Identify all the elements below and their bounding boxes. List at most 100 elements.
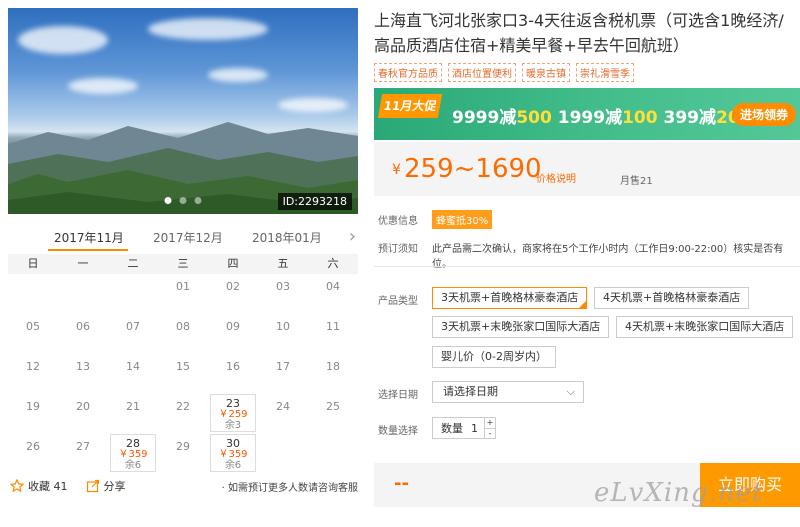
calendar-day-number: 03 xyxy=(276,280,290,293)
quantity-label: 数量选择 xyxy=(378,426,418,437)
calendar-day-number: 28 xyxy=(126,437,140,450)
calendar-day-available[interactable]: 23 ￥259 余3 xyxy=(210,394,256,432)
calendar-day: 17 xyxy=(258,354,308,394)
month-tab-nov[interactable]: 2017年11月 xyxy=(54,229,124,246)
coupon-badge[interactable]: 蜂蜜抵30% xyxy=(432,210,493,229)
calendar-empty-cell xyxy=(58,274,108,314)
calendar-day-number: 10 xyxy=(276,320,290,333)
calendar-day: 21 xyxy=(108,394,158,434)
product-tag[interactable]: 暖泉古镇 xyxy=(522,63,570,82)
total-price: -- xyxy=(394,473,409,494)
product-type-option[interactable]: 4天机票+末晚张家口国际大酒店 xyxy=(616,316,794,338)
photo-id-badge: ID:2293218 xyxy=(277,193,352,210)
calendar-day-number: 12 xyxy=(26,360,40,373)
calendar-day: 16 xyxy=(208,354,258,394)
calendar-day-number: 18 xyxy=(326,360,340,373)
calendar-day: 22 xyxy=(158,394,208,434)
product-tag[interactable]: 春秋官方品质 xyxy=(374,63,442,82)
share-button[interactable]: 分享 xyxy=(86,478,126,494)
star-icon xyxy=(10,479,24,493)
quantity-inner-label: 数量 xyxy=(441,422,463,435)
product-type-label: 产品类型 xyxy=(378,296,418,307)
share-label: 分享 xyxy=(103,480,126,493)
calendar-day-available[interactable]: 30 ￥359 余6 xyxy=(210,434,256,472)
product-tag[interactable]: 崇礼滑雪季 xyxy=(576,63,634,82)
calendar-empty-cell xyxy=(8,274,58,314)
calendar-day-number: 27 xyxy=(76,440,90,453)
product-photo[interactable]: ID:2293218 xyxy=(8,8,358,214)
calendar-day: 06 xyxy=(58,314,108,354)
weekday-label: 日 xyxy=(27,257,39,270)
calendar-day-price: ￥359 xyxy=(218,449,248,460)
calendar-day: 08 xyxy=(158,314,208,354)
product-type-option[interactable]: 3天机票+末晚张家口国际大酒店 xyxy=(432,316,610,338)
quantity-stepper[interactable]: 数量 1 + - xyxy=(432,417,496,439)
month-tabs: 2017年11月 2017年12月 2018年01月 › xyxy=(8,222,358,252)
month-tab-jan[interactable]: 2018年01月 xyxy=(252,229,322,246)
product-title: 上海直飞河北张家口3-4天往返含税机票（可选含1晚经济/高品质酒店住宿+精美早餐… xyxy=(374,11,784,55)
calendar-day: 18 xyxy=(308,354,358,394)
price-explain-link[interactable]: 价格说明 xyxy=(536,170,576,185)
carousel-dot[interactable] xyxy=(179,197,187,204)
calendar-day-stock: 余6 xyxy=(124,460,142,471)
share-icon xyxy=(86,479,99,493)
product-type-option[interactable]: 婴儿价（0-2周岁内） xyxy=(432,346,556,368)
calendar-day: 24 xyxy=(258,394,308,434)
deal-base: 9999减 xyxy=(452,108,517,128)
calendar-day-number: 07 xyxy=(126,320,140,333)
carousel-dots xyxy=(164,197,202,204)
calendar-day: 29 xyxy=(158,434,208,474)
quantity-minus-button[interactable]: - xyxy=(485,429,495,439)
product-tag[interactable]: 酒店位置便利 xyxy=(448,63,516,82)
calendar-day: 19 xyxy=(8,394,58,434)
product-type-option[interactable]: 4天机票+首晚格林豪泰酒店 xyxy=(594,287,750,309)
calendar-day-stock: 余3 xyxy=(224,420,242,431)
deal-off: 500 xyxy=(516,108,552,128)
deal-off: 100 xyxy=(622,108,658,128)
promo-deals: 9999减500 1999减100 399减20 xyxy=(452,103,740,128)
calendar-day: 03 xyxy=(258,274,308,314)
quantity-plus-button[interactable]: + xyxy=(485,418,495,429)
get-coupon-button[interactable]: 进场领券 xyxy=(731,103,796,126)
calendar-day: 02 xyxy=(208,274,258,314)
cloud-shape xyxy=(18,26,108,54)
offers-label: 优惠信息 xyxy=(378,216,418,227)
cloud-shape xyxy=(68,78,138,94)
calendar-day-available[interactable]: 28 ￥359 余6 xyxy=(110,434,156,472)
calendar-day: 26 xyxy=(8,434,58,474)
active-month-underline xyxy=(48,249,128,251)
date-select[interactable]: 请选择日期 ⌵ xyxy=(432,381,584,403)
calendar-day-number: 19 xyxy=(26,400,40,413)
contact-service-text: 如需预订更多人数请咨询客服 xyxy=(228,482,358,494)
calendar-day: 13 xyxy=(58,354,108,394)
product-type-option-selected[interactable]: 3天机票+首晚格林豪泰酒店 xyxy=(432,287,588,309)
carousel-dot[interactable] xyxy=(194,197,202,204)
month-tab-dec[interactable]: 2017年12月 xyxy=(153,229,223,246)
calendar-day-number: 30 xyxy=(226,437,240,450)
promo-banner[interactable]: 11月大促 9999减500 1999减100 399减20 进场领券 xyxy=(374,88,800,140)
calendar-day: 27 xyxy=(58,434,108,474)
price-range: 259~1690 xyxy=(404,154,542,184)
quantity-value[interactable]: 1 xyxy=(471,422,478,435)
weekday-header: 日 一 二 三 四 五 六 xyxy=(8,254,358,274)
weekday-label: 二 xyxy=(127,257,139,270)
contact-service-note: · 如需预订更多人数请咨询客服 xyxy=(221,482,358,494)
price-box: ¥ 259~1690 价格说明 月售21 xyxy=(374,142,800,196)
calendar-day-price: ￥259 xyxy=(218,409,248,420)
cloud-shape xyxy=(208,68,268,82)
carousel-dot-active[interactable] xyxy=(164,197,172,204)
calendar-day-number: 17 xyxy=(276,360,290,373)
chevron-right-icon[interactable]: › xyxy=(349,226,356,247)
deal-base: 1999减 xyxy=(557,108,623,128)
calendar-day-number: 14 xyxy=(126,360,140,373)
calendar-day-number: 05 xyxy=(26,320,40,333)
weekday-label: 一 xyxy=(77,257,89,270)
weekday-label: 三 xyxy=(177,257,189,270)
calendar-day-number: 08 xyxy=(176,320,190,333)
calendar-empty-cell xyxy=(108,274,158,314)
calendar-day-number: 13 xyxy=(76,360,90,373)
calendar-day-number: 25 xyxy=(326,400,340,413)
calendar-empty-cell xyxy=(308,434,358,474)
notice-label: 预订须知 xyxy=(378,244,418,255)
favorite-button[interactable]: 收藏 41 xyxy=(10,478,68,494)
